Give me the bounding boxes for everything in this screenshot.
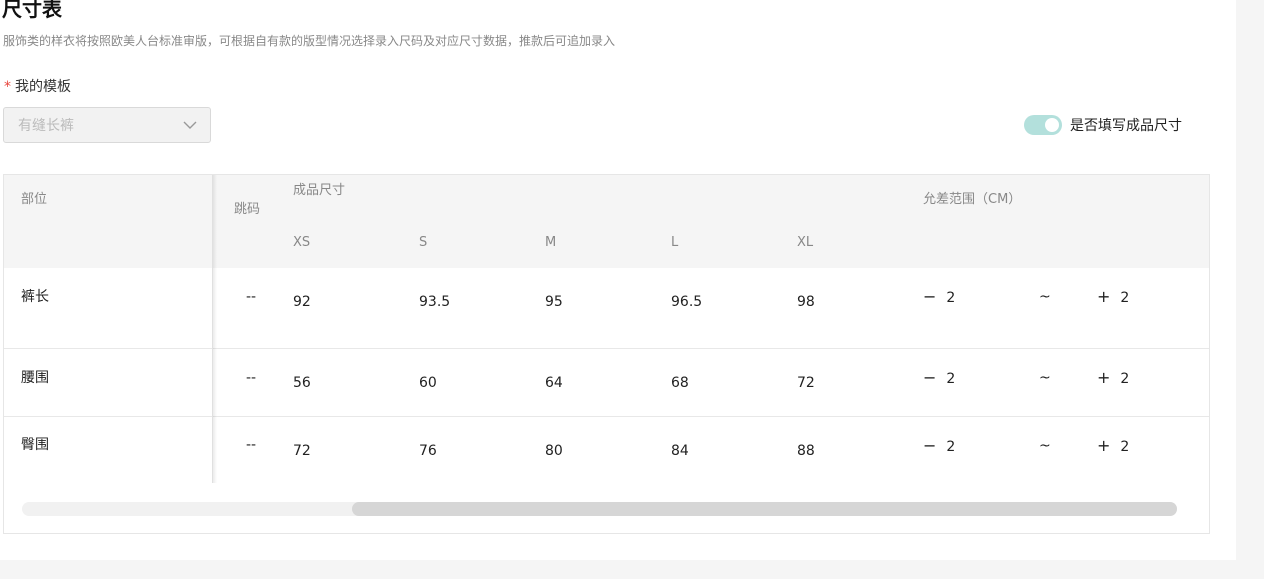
header-size-xs: XS	[293, 235, 311, 250]
table-header	[4, 175, 1209, 268]
row-part: 裤长	[21, 289, 49, 305]
required-mark: *	[4, 79, 11, 95]
header-size-l: L	[671, 235, 679, 250]
finished-size-toggle[interactable]	[1024, 115, 1062, 135]
plus-icon: +	[1097, 368, 1111, 387]
size-table: 部位 跳码 成品尺寸 允差范围（CM） XS S M L XL 裤长 -- 92…	[3, 174, 1210, 534]
fixed-column-shadow	[213, 175, 217, 483]
tolerance-minus[interactable]: −2	[923, 369, 955, 388]
tolerance-plus[interactable]: +2	[1097, 437, 1129, 456]
row-value-xs[interactable]: 56	[293, 374, 311, 392]
header-tolerance: 允差范围（CM）	[923, 192, 1022, 207]
row-divider	[4, 348, 1209, 349]
tolerance-plus-value: 2	[1120, 371, 1130, 387]
tolerance-plus[interactable]: +2	[1097, 369, 1129, 388]
row-value-l[interactable]: 68	[671, 374, 689, 392]
header-size-s: S	[419, 235, 428, 250]
template-select-value: 有缝长裤	[18, 118, 74, 134]
minus-icon: −	[923, 436, 937, 455]
header-finished-size: 成品尺寸	[293, 183, 346, 198]
row-value-s[interactable]: 93.5	[419, 293, 450, 311]
tolerance-separator: ~	[1039, 370, 1051, 386]
tolerance-minus-value: 2	[946, 290, 956, 306]
minus-icon: −	[923, 368, 937, 387]
row-value-m[interactable]: 80	[545, 442, 563, 460]
row-jump: --	[246, 437, 257, 453]
minus-icon: −	[923, 287, 937, 306]
finished-size-toggle-group: 是否填写成品尺寸	[1024, 115, 1182, 135]
tolerance-minus[interactable]: −2	[923, 288, 955, 307]
template-label: * 我的模板	[4, 78, 71, 96]
scrollbar-thumb[interactable]	[352, 502, 1177, 516]
row-part: 臀围	[21, 437, 49, 453]
row-jump: --	[246, 289, 257, 305]
row-value-xl[interactable]: 72	[797, 374, 815, 392]
horizontal-scrollbar[interactable]	[22, 502, 1177, 516]
header-part: 部位	[21, 192, 48, 207]
plus-icon: +	[1097, 436, 1111, 455]
row-value-l[interactable]: 96.5	[671, 293, 702, 311]
row-value-m[interactable]: 64	[545, 374, 563, 392]
tolerance-separator: ~	[1039, 289, 1051, 305]
row-divider	[4, 416, 1209, 417]
row-value-xl[interactable]: 88	[797, 442, 815, 460]
tolerance-separator: ~	[1039, 438, 1051, 454]
header-size-m: M	[545, 235, 557, 250]
template-select[interactable]: 有缝长裤	[3, 107, 211, 143]
finished-size-toggle-label: 是否填写成品尺寸	[1070, 118, 1182, 134]
tolerance-plus-value: 2	[1120, 439, 1130, 455]
row-value-s[interactable]: 76	[419, 442, 437, 460]
row-part: 腰围	[21, 370, 49, 386]
toggle-knob	[1045, 118, 1059, 132]
header-size-xl: XL	[797, 235, 814, 250]
row-value-xs[interactable]: 72	[293, 442, 311, 460]
header-jump: 跳码	[234, 202, 261, 217]
row-value-s[interactable]: 60	[419, 374, 437, 392]
row-value-xl[interactable]: 98	[797, 293, 815, 311]
plus-icon: +	[1097, 287, 1111, 306]
tolerance-plus-value: 2	[1120, 290, 1130, 306]
tolerance-minus-value: 2	[946, 439, 956, 455]
row-value-m[interactable]: 95	[545, 293, 563, 311]
size-chart-panel: 尺寸表 服饰类的样衣将按照欧美人台标准审版，可根据自有款的版型情况选择录入尺码及…	[0, 0, 1236, 560]
tolerance-minus-value: 2	[946, 371, 956, 387]
tolerance-minus[interactable]: −2	[923, 437, 955, 456]
row-jump: --	[246, 370, 257, 386]
chevron-down-icon	[183, 121, 197, 129]
tolerance-plus[interactable]: +2	[1097, 288, 1129, 307]
row-value-xs[interactable]: 92	[293, 293, 311, 311]
page-description: 服饰类的样衣将按照欧美人台标准审版，可根据自有款的版型情况选择录入尺码及对应尺寸…	[3, 34, 616, 48]
row-value-l[interactable]: 84	[671, 442, 689, 460]
page-title: 尺寸表	[2, 0, 62, 21]
template-label-text: 我的模板	[15, 79, 71, 95]
